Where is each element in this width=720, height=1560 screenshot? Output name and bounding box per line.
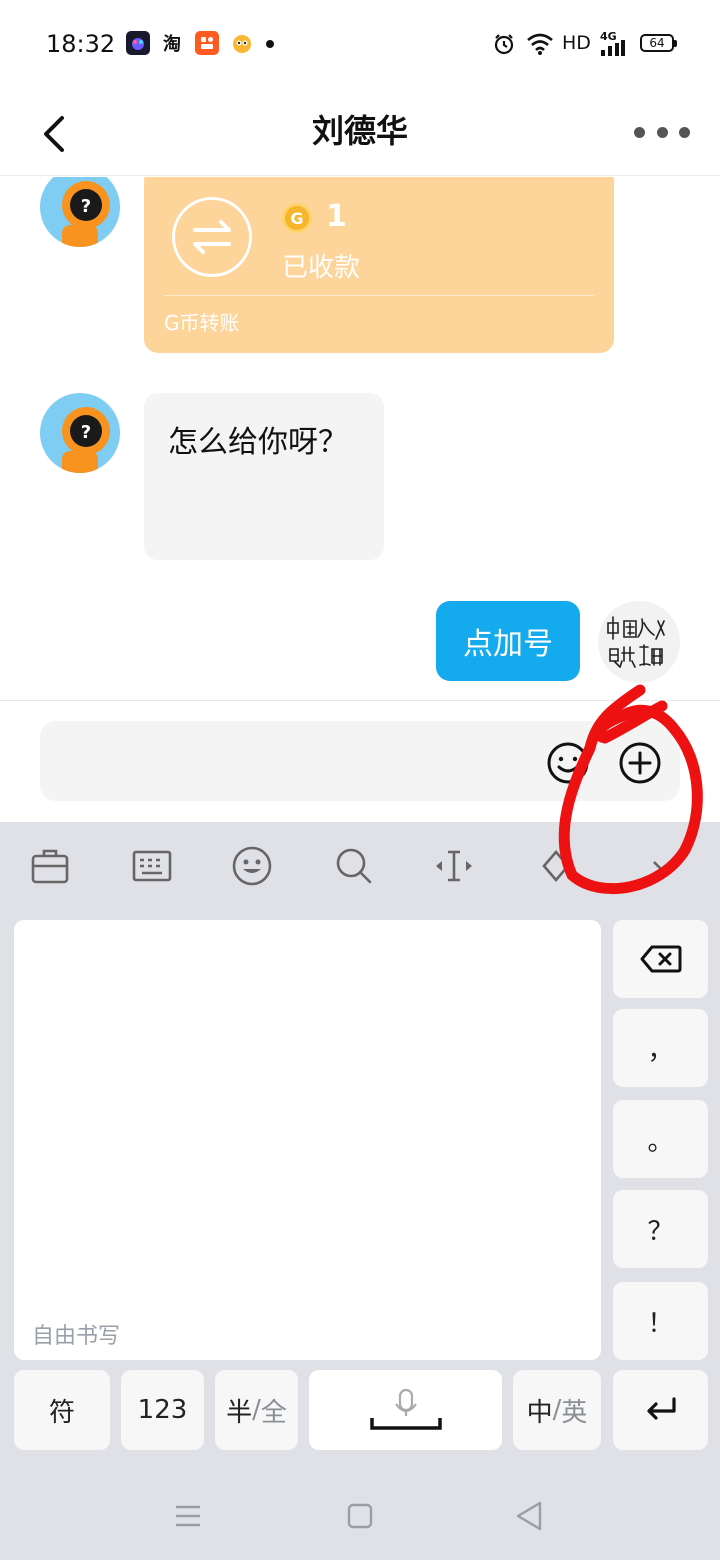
exclamation-key[interactable]: ！ — [613, 1282, 708, 1360]
transfer-footer: G币转账 — [164, 311, 240, 335]
diamond-icon — [542, 850, 570, 882]
cartoon-app-icon — [230, 31, 254, 55]
numbers-key[interactable]: 123 — [121, 1370, 204, 1450]
chat-header: 刘德华 — [0, 88, 720, 176]
transfer-amount: 1 — [326, 199, 347, 234]
coin-icon: G — [282, 203, 312, 233]
toolbox-button[interactable] — [28, 844, 72, 888]
collapse-keyboard-button[interactable] — [640, 844, 684, 888]
more-dot — [634, 126, 645, 138]
more-dot — [679, 126, 690, 138]
symbols-key[interactable]: 符 — [14, 1370, 110, 1450]
briefcase-icon — [31, 849, 69, 884]
wifi-icon — [527, 33, 553, 55]
question-key[interactable]: ？ — [613, 1190, 708, 1268]
add-button[interactable] — [618, 741, 662, 785]
card-divider — [164, 295, 594, 296]
contact-avatar[interactable]: ? — [40, 177, 120, 247]
mystery-person-icon: ? — [62, 407, 110, 473]
return-icon — [646, 1397, 676, 1420]
mystery-person-icon: ? — [62, 181, 110, 247]
plus-circle-icon — [619, 742, 661, 784]
transfer-icon — [172, 197, 252, 277]
half-full-width-key[interactable]: 半 / 全 — [215, 1370, 298, 1450]
back-nav-button[interactable] — [510, 1498, 550, 1534]
space-key[interactable] — [309, 1370, 502, 1450]
keyboard-switch-button[interactable] — [130, 844, 174, 888]
home-nav-button[interactable] — [340, 1498, 380, 1534]
game-app-icon — [126, 31, 150, 55]
key-separator: / — [552, 1395, 562, 1425]
keyboard-icon — [132, 850, 172, 882]
incoming-message-bubble[interactable]: 怎么给你呀？ — [144, 393, 384, 560]
transfer-status: 已收款 — [282, 253, 361, 283]
enter-key[interactable] — [613, 1370, 708, 1450]
comma-key[interactable]: ， — [613, 1009, 708, 1087]
half-width-label: 半 — [226, 1397, 253, 1428]
status-bar: 18:32 淘 HD 4G 64 — [0, 0, 720, 88]
system-nav-bar — [0, 1470, 720, 1560]
backspace-key[interactable] — [613, 920, 708, 998]
battery-icon: 64 — [640, 34, 677, 52]
search-button[interactable] — [332, 844, 376, 888]
smiley-icon — [547, 742, 589, 784]
chevron-down-icon — [653, 861, 671, 872]
svg-text:?: ? — [81, 196, 91, 217]
menu-nav-button[interactable] — [168, 1498, 208, 1534]
kuaishou-icon — [195, 31, 219, 55]
message-list[interactable]: ? G 1 已收款 G币转账 ? 怎么给你呀？ 点加号 — [0, 177, 720, 700]
hd-label: HD — [562, 32, 591, 54]
emoji-panel-button[interactable] — [230, 844, 274, 888]
english-label: 英 — [561, 1397, 588, 1428]
backspace-icon — [640, 945, 681, 973]
full-width-label: 全 — [260, 1397, 287, 1428]
language-switch-key[interactable]: 中 / 英 — [513, 1370, 601, 1450]
period-key[interactable]: 。 — [613, 1100, 708, 1178]
clipboard-button[interactable] — [534, 844, 578, 888]
composer — [0, 700, 720, 822]
handwriting-hint: 自由书写 — [32, 1324, 121, 1349]
notification-dot — [266, 40, 274, 48]
outgoing-message-bubble[interactable]: 点加号 — [436, 601, 580, 681]
transfer-card[interactable]: G 1 已收款 G币转账 — [144, 177, 614, 353]
key-separator: / — [252, 1395, 261, 1425]
battery-level: 64 — [649, 36, 665, 50]
self-avatar[interactable] — [598, 601, 680, 683]
more-options-button[interactable] — [634, 112, 690, 152]
more-dot — [656, 126, 668, 138]
svg-text:?: ? — [81, 422, 91, 443]
square-home-icon — [347, 1503, 373, 1529]
cursor-move-button[interactable] — [432, 844, 476, 888]
alarm-icon — [494, 34, 514, 55]
space-mic-icon — [369, 1388, 442, 1430]
page-title: 刘德华 — [311, 112, 408, 150]
handwriting-pad[interactable]: 自由书写 — [14, 920, 601, 1360]
clock: 18:32 — [46, 30, 116, 58]
chinese-label: 中 — [526, 1397, 553, 1428]
ime-keyboard: 自由书写 ， 。 ？ ！ 符 123 半 / 全 中 / 英 — [0, 822, 720, 1560]
search-icon — [336, 848, 372, 884]
triangle-back-icon — [516, 1501, 542, 1531]
signal-icon — [601, 40, 625, 56]
handwriting-avatar-image — [607, 616, 665, 668]
emoji-button[interactable] — [546, 741, 590, 785]
taobao-icon: 淘 — [163, 34, 181, 55]
text-cursor-icon — [436, 850, 472, 882]
menu-icon — [176, 1505, 200, 1527]
keyboard-toolbar — [0, 822, 720, 910]
smiley-icon — [232, 846, 272, 886]
contact-avatar[interactable]: ? — [40, 393, 120, 473]
